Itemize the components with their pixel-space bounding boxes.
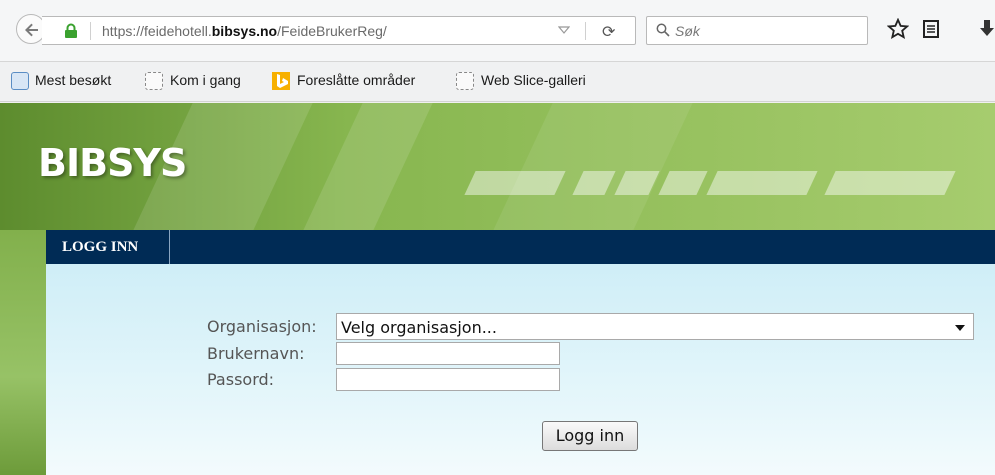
- bookmark-mest-besokt[interactable]: Mest besøkt: [35, 72, 111, 88]
- reload-icon[interactable]: ⟳: [602, 22, 615, 42]
- username-input[interactable]: [336, 342, 560, 365]
- blank-page-icon: [456, 72, 474, 90]
- bookmark-star-icon[interactable]: [887, 18, 909, 40]
- tab-logg-inn-label: LOGG INN: [62, 239, 139, 255]
- site-header: BIBSYS: [0, 103, 995, 230]
- back-arrow-icon: [25, 23, 38, 37]
- password-label: Passord:: [207, 370, 275, 389]
- reading-list-icon[interactable]: [921, 18, 941, 40]
- url-path: /FeideBrukerReg/: [277, 23, 387, 39]
- url-bar[interactable]: https://feidehotell.bibsys.no/FeideBruke…: [42, 16, 636, 45]
- lock-icon: [65, 23, 77, 38]
- url-separator: [90, 22, 91, 40]
- login-panel: Organisasjon: Velg organisasjon... Bruke…: [46, 264, 995, 475]
- url-text[interactable]: https://feidehotell.bibsys.no/FeideBruke…: [102, 23, 387, 39]
- tab-logg-inn[interactable]: LOGG INN: [46, 230, 170, 264]
- url-domain: bibsys.no: [211, 23, 278, 39]
- bibsys-logo[interactable]: BIBSYS: [38, 141, 187, 185]
- username-label: Brukernavn:: [207, 344, 305, 363]
- organization-label: Organisasjon:: [207, 317, 317, 336]
- search-placeholder: Søk: [675, 23, 700, 39]
- ie-icon: [11, 72, 29, 90]
- url-separator-2: [585, 22, 586, 40]
- left-decoration: [0, 230, 46, 475]
- browser-toolbar: https://feidehotell.bibsys.no/FeideBruke…: [0, 0, 995, 62]
- bing-icon: [272, 72, 290, 90]
- web-page: BIBSYS LOGG INN Organisasjon: Velg organ…: [0, 103, 995, 475]
- bookmark-web-slice-galleri[interactable]: Web Slice-galleri: [481, 72, 586, 88]
- organization-selected-value: Velg organisasjon...: [341, 318, 497, 337]
- search-bar[interactable]: Søk: [646, 16, 868, 45]
- dropdown-arrow-icon: [955, 325, 965, 331]
- organization-select[interactable]: Velg organisasjon...: [336, 313, 974, 340]
- bookmark-kom-i-gang[interactable]: Kom i gang: [170, 72, 241, 88]
- history-dropdown-icon[interactable]: [558, 25, 570, 35]
- bookmark-foreslatte-omrader[interactable]: Foreslåtte områder: [297, 72, 415, 88]
- site-navbar: LOGG INN: [46, 230, 995, 264]
- search-icon: [656, 23, 670, 37]
- url-prefix: https://feidehotell.: [102, 23, 212, 39]
- download-icon[interactable]: [980, 20, 994, 38]
- login-button[interactable]: Logg inn: [542, 421, 638, 451]
- bookmarks-bar: Mest besøkt Kom i gang Foreslåtte område…: [0, 62, 995, 102]
- blank-page-icon: [145, 72, 163, 90]
- password-input[interactable]: [336, 368, 560, 391]
